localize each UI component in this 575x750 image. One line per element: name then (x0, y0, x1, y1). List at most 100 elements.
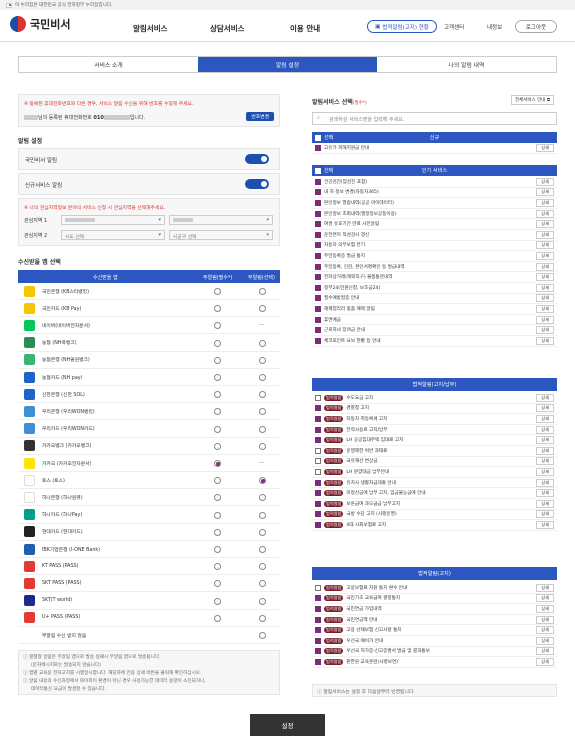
tab-my-notification-history[interactable]: 나의 알림 내역 (377, 57, 556, 72)
service-checkbox[interactable] (315, 327, 321, 334)
detail-button[interactable]: 상세 (536, 626, 554, 635)
detail-button[interactable]: 상세 (536, 336, 554, 345)
detail-button[interactable]: 상세 (536, 209, 554, 218)
service-checkbox[interactable] (315, 658, 321, 665)
brand-logo[interactable]: 국민비서 (10, 16, 70, 32)
submit-button[interactable]: 설정 (250, 714, 325, 736)
sub-alert-radio[interactable] (259, 442, 266, 450)
main-alert-radio[interactable] (214, 442, 221, 450)
detail-button[interactable]: 상세 (536, 230, 554, 239)
service-checkbox[interactable] (315, 263, 321, 270)
service-checkbox[interactable] (315, 500, 321, 507)
service-checkbox[interactable] (315, 511, 321, 518)
logout-button[interactable]: 로그아웃 (515, 20, 557, 33)
detail-button[interactable]: 상세 (536, 294, 554, 303)
service-checkbox[interactable] (315, 405, 321, 412)
tab-service-intro[interactable]: 서비스 소개 (19, 57, 198, 72)
service-checkbox[interactable] (315, 316, 321, 323)
detail-button[interactable]: 상세 (536, 198, 554, 207)
detail-button[interactable]: 상세 (536, 220, 554, 229)
detail-button[interactable]: 상세 (536, 489, 554, 498)
sub-alert-radio[interactable] (259, 391, 266, 399)
service-checkbox[interactable] (315, 178, 321, 185)
new-service-alert-toggle[interactable] (245, 179, 269, 189)
detail-button[interactable]: 상세 (536, 251, 554, 260)
main-alert-radio[interactable] (214, 477, 221, 485)
main-alert-radio[interactable] (214, 528, 221, 536)
sub-alert-radio[interactable] (259, 632, 266, 639)
sub-alert-radio[interactable] (259, 305, 266, 313)
detail-button[interactable]: 상세 (536, 647, 554, 656)
main-alert-radio[interactable] (214, 580, 221, 588)
sub-alert-radio[interactable] (259, 546, 266, 553)
main-alert-radio[interactable] (214, 322, 221, 330)
main-alert-radio[interactable] (214, 408, 221, 416)
main-alert-radio[interactable] (214, 339, 221, 347)
main-alert-radio[interactable] (214, 305, 221, 313)
sub-alert-radio[interactable] (259, 494, 266, 502)
service-checkbox[interactable] (315, 252, 321, 259)
detail-button[interactable]: 상세 (536, 520, 554, 529)
detail-button[interactable]: 상세 (536, 467, 554, 476)
change-number-button[interactable]: 번호변경 (246, 112, 274, 121)
service-checkbox[interactable] (315, 616, 321, 623)
sub-alert-radio[interactable] (259, 563, 266, 571)
detail-button[interactable]: 상세 (536, 315, 554, 324)
main-alert-radio[interactable] (214, 391, 221, 399)
detail-button[interactable]: 상세 (536, 241, 554, 250)
detail-button[interactable]: 상세 (536, 404, 554, 413)
service-checkbox[interactable] (315, 627, 321, 634)
main-alert-radio[interactable] (214, 494, 221, 502)
detail-button[interactable]: 상세 (536, 304, 554, 313)
sub-alert-radio[interactable] (259, 580, 266, 588)
region2-sido-select[interactable]: 시도 선택 (61, 230, 165, 240)
tab-notification-settings[interactable]: 알림 설정 (198, 57, 377, 72)
main-alert-radio[interactable] (214, 511, 221, 519)
service-checkbox[interactable] (315, 221, 321, 228)
service-checkbox[interactable] (315, 199, 321, 206)
service-checkbox[interactable] (315, 648, 321, 655)
legal-notice-status-button[interactable]: ▣ 법적알림(고지) 현황 (367, 20, 437, 33)
select-all-checkbox[interactable] (315, 167, 321, 174)
detail-button[interactable]: 상세 (536, 273, 554, 282)
service-checkbox[interactable] (315, 284, 321, 291)
service-checkbox[interactable] (315, 447, 321, 454)
detail-button[interactable]: 상세 (536, 604, 554, 613)
detail-button[interactable]: 상세 (536, 436, 554, 445)
service-checkbox[interactable] (315, 145, 321, 152)
service-checkbox[interactable] (315, 295, 321, 302)
region1-sido-select[interactable] (61, 215, 165, 225)
service-checkbox[interactable] (315, 458, 321, 465)
kookmin-alert-toggle[interactable] (245, 154, 269, 164)
service-checkbox[interactable] (315, 305, 321, 312)
sub-alert-radio[interactable] (259, 614, 266, 622)
detail-button[interactable]: 상세 (536, 499, 554, 508)
main-alert-radio[interactable] (214, 546, 221, 553)
sub-alert-radio[interactable] (259, 339, 266, 347)
service-checkbox[interactable] (315, 637, 321, 644)
service-checkbox[interactable] (315, 605, 321, 612)
service-checkbox[interactable] (315, 437, 321, 444)
all-services-guide-button[interactable]: 전체서비스 안내 ⧉ (511, 95, 555, 105)
detail-button[interactable]: 상세 (536, 478, 554, 487)
region2-sigungu-select[interactable]: 시군구 선택 (169, 230, 273, 240)
detail-button[interactable]: 상세 (536, 283, 554, 292)
service-checkbox[interactable] (315, 426, 321, 433)
my-info-link[interactable]: 내정보 (487, 23, 502, 31)
detail-button[interactable]: 상세 (536, 177, 554, 186)
detail-button[interactable]: 상세 (536, 457, 554, 466)
main-alert-radio[interactable] (214, 460, 221, 467)
service-checkbox[interactable] (315, 595, 321, 602)
detail-button[interactable]: 상세 (536, 510, 554, 519)
service-checkbox[interactable] (315, 490, 321, 497)
service-checkbox[interactable] (315, 468, 321, 475)
sub-alert-radio[interactable] (259, 356, 266, 364)
nav-notification-service[interactable]: 알림서비스 (133, 23, 168, 34)
sub-alert-radio[interactable] (259, 477, 266, 485)
service-checkbox[interactable] (315, 415, 321, 422)
detail-button[interactable]: 상세 (536, 262, 554, 271)
detail-button[interactable]: 상세 (536, 446, 554, 455)
service-checkbox[interactable] (315, 274, 321, 281)
sub-alert-radio[interactable] (259, 408, 266, 416)
sub-alert-radio[interactable] (259, 374, 266, 381)
